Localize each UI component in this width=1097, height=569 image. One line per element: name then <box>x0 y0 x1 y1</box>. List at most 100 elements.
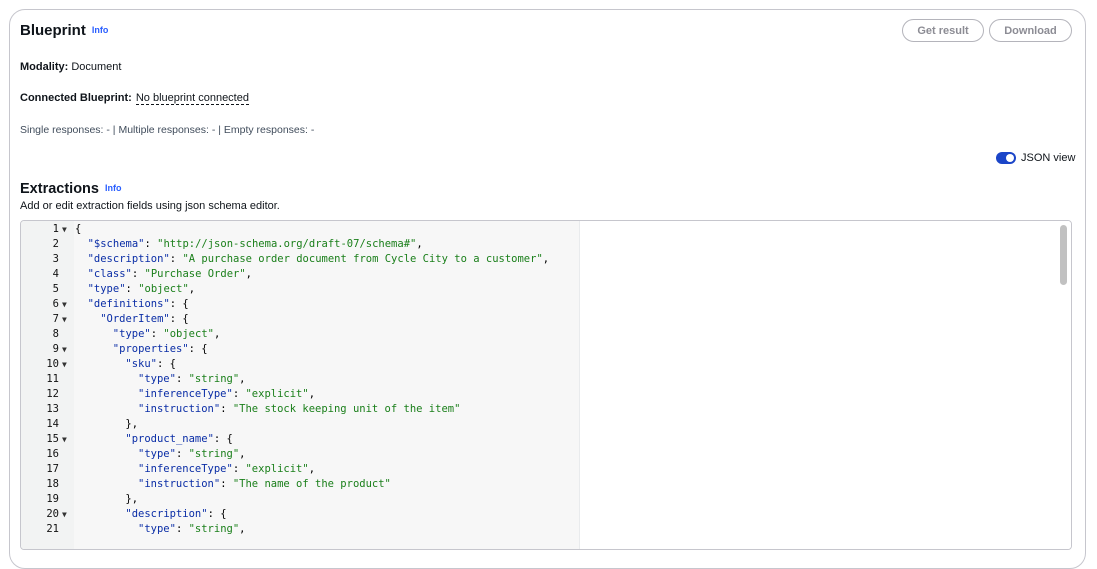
line-number: 3 <box>52 253 59 265</box>
line-number: 4 <box>52 268 59 280</box>
json-punct: }, <box>125 418 139 430</box>
code-text: "instruction": "The stock keeping unit o… <box>138 402 460 417</box>
json-key: "definitions" <box>87 298 170 310</box>
json-key: "class" <box>87 268 132 280</box>
json-string: "object" <box>163 328 214 340</box>
modality-row: Modality: Document <box>20 61 121 73</box>
json-string: "string" <box>188 523 240 535</box>
json-key: "type" <box>87 283 126 295</box>
json-punct: , <box>239 373 246 385</box>
fold-triangle-icon[interactable]: ▼ <box>62 432 67 447</box>
editor-scrollbar-thumb[interactable] <box>1060 225 1067 285</box>
fold-triangle-icon[interactable]: ▼ <box>62 312 67 327</box>
page-title: Blueprint <box>20 22 86 39</box>
json-key: "type" <box>138 448 176 460</box>
extractions-info-link[interactable]: Info <box>105 183 122 193</box>
code-text: "properties": { <box>113 342 208 357</box>
json-view-toggle[interactable] <box>996 152 1016 164</box>
json-key: "type" <box>138 523 176 535</box>
blueprint-info-link[interactable]: Info <box>92 25 109 35</box>
json-punct: : { <box>188 343 208 355</box>
line-number: 11 <box>46 373 59 385</box>
json-punct: , <box>308 388 316 400</box>
json-punct: { <box>75 223 82 235</box>
json-key: "$schema" <box>87 238 145 250</box>
line-number: 12 <box>46 388 59 400</box>
code-text: "description": "A purchase order documen… <box>88 252 550 267</box>
line-number: 18 <box>46 478 59 490</box>
json-key: "OrderItem" <box>100 313 170 325</box>
fold-triangle-icon[interactable]: ▼ <box>62 342 67 357</box>
extractions-title: Extractions <box>20 181 99 197</box>
json-string: "http://json-schema.org/draft-07/schema#… <box>157 238 417 250</box>
code-text: "instruction": "The name of the product" <box>138 477 391 492</box>
get-result-button[interactable]: Get result <box>902 19 984 42</box>
json-punct: , <box>308 463 316 475</box>
download-button[interactable]: Download <box>989 19 1072 42</box>
line-number: 15 <box>46 433 59 445</box>
connected-blueprint-row: Connected Blueprint: No blueprint connect… <box>20 92 249 105</box>
json-key: "description" <box>87 253 170 265</box>
fold-triangle-icon[interactable]: ▼ <box>62 357 67 372</box>
modality-label: Modality: <box>20 61 69 73</box>
json-punct: , <box>245 268 252 280</box>
line-number: 7 <box>52 313 59 325</box>
json-key: "type" <box>138 373 176 385</box>
json-punct: : <box>175 373 189 385</box>
code-text: }, <box>125 492 138 507</box>
json-punct: : <box>220 403 233 415</box>
json-punct: : { <box>169 298 189 310</box>
code-text: "$schema": "http://json-schema.org/draft… <box>88 237 423 252</box>
json-key: "properties" <box>112 343 189 355</box>
json-key: "description" <box>125 508 208 520</box>
fold-triangle-icon[interactable]: ▼ <box>62 222 67 237</box>
json-punct: , <box>213 328 221 340</box>
code-text: "type": "string", <box>138 522 246 537</box>
responses-summary: Single responses: - | Multiple responses… <box>20 124 315 136</box>
fold-triangle-icon[interactable]: ▼ <box>62 297 67 312</box>
code-text: "type": "string", <box>138 372 246 387</box>
code-text: { <box>75 222 81 237</box>
line-number: 10 <box>46 358 59 370</box>
code-text: }, <box>125 417 138 432</box>
json-string: "object" <box>138 283 189 295</box>
json-view-label: JSON view <box>1021 152 1076 164</box>
json-key: "inferenceType" <box>138 463 233 475</box>
json-punct: , <box>239 523 246 535</box>
line-number: 8 <box>52 328 59 340</box>
line-number: 1 <box>52 223 59 235</box>
json-key: "instruction" <box>138 403 221 415</box>
json-punct: : { <box>157 358 176 370</box>
line-number: 20 <box>46 508 59 520</box>
json-punct: : <box>175 523 189 535</box>
json-punct: : <box>232 463 246 475</box>
json-punct: }, <box>125 493 139 505</box>
connected-blueprint-link[interactable]: No blueprint connected <box>135 92 249 105</box>
json-punct: , <box>188 283 196 295</box>
code-text: "type": "object", <box>113 327 221 342</box>
json-punct: : <box>131 268 145 280</box>
json-string: "Purchase Order" <box>144 268 246 280</box>
code-text: "type": "object", <box>88 282 196 297</box>
code-text: "type": "string", <box>138 447 246 462</box>
json-schema-editor[interactable]: 1 ▼{2 "$schema": "http://json-schema.org/d… <box>20 220 1072 550</box>
json-punct: : { <box>169 313 189 325</box>
toggle-knob <box>1006 154 1014 162</box>
line-number: 5 <box>52 283 59 295</box>
json-punct: : <box>150 328 164 340</box>
json-string: "The stock keeping unit of the item" <box>232 403 461 415</box>
json-string: "The name of the product" <box>232 478 391 490</box>
code-text: "description": { <box>125 507 226 522</box>
json-string: "explicit" <box>245 463 309 475</box>
json-punct: : <box>144 238 158 250</box>
json-key: "inferenceType" <box>138 388 233 400</box>
line-number: 16 <box>46 448 59 460</box>
modality-value: Document <box>71 61 122 73</box>
json-string: "explicit" <box>245 388 309 400</box>
code-text: "definitions": { <box>88 297 189 312</box>
json-punct: : <box>220 478 233 490</box>
json-key: "sku" <box>125 358 157 370</box>
json-punct: : { <box>207 508 227 520</box>
fold-triangle-icon[interactable]: ▼ <box>62 507 67 522</box>
code-text: "inferenceType": "explicit", <box>138 387 315 402</box>
